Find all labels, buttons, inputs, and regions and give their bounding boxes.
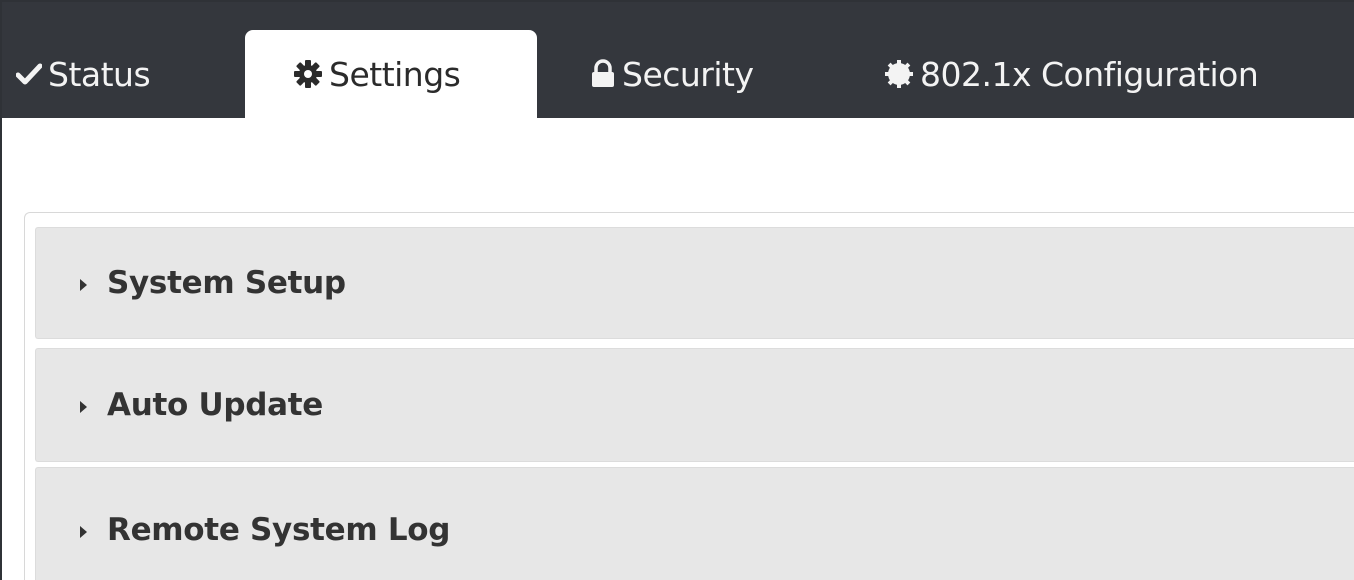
settings-panel-group: System Setup Auto Update Remote System L… [24, 212, 1354, 580]
lock-icon [590, 59, 616, 89]
tab-security[interactable]: Security [565, 30, 825, 118]
tab-security-label: Security [622, 54, 754, 94]
remote-system-log-title: Remote System Log [107, 512, 451, 548]
tab-bar: Status Settings Security 802.1x Configur… [2, 2, 1354, 118]
tab-8021x-configuration[interactable]: 802.1x Configuration [862, 30, 1354, 118]
tab-status-label: Status [48, 54, 151, 94]
circle-gear-icon [884, 59, 914, 89]
caret-right-icon [80, 526, 87, 538]
tab-8021x-configuration-label: 802.1x Configuration [920, 54, 1259, 94]
remote-system-log-panel-header[interactable]: Remote System Log [35, 467, 1354, 580]
caret-right-icon [80, 279, 87, 291]
tab-settings[interactable]: Settings [245, 30, 537, 118]
app-frame: Status Settings Security 802.1x Configur… [0, 0, 1354, 580]
system-setup-title: System Setup [107, 265, 346, 301]
tab-settings-label: Settings [329, 54, 461, 94]
check-icon [16, 63, 42, 85]
system-setup-panel-header[interactable]: System Setup [35, 227, 1354, 339]
caret-right-icon [80, 401, 87, 413]
auto-update-panel-header[interactable]: Auto Update [35, 348, 1354, 462]
auto-update-title: Auto Update [107, 387, 323, 423]
tab-status[interactable]: Status [2, 30, 222, 118]
gear-icon [293, 59, 323, 89]
